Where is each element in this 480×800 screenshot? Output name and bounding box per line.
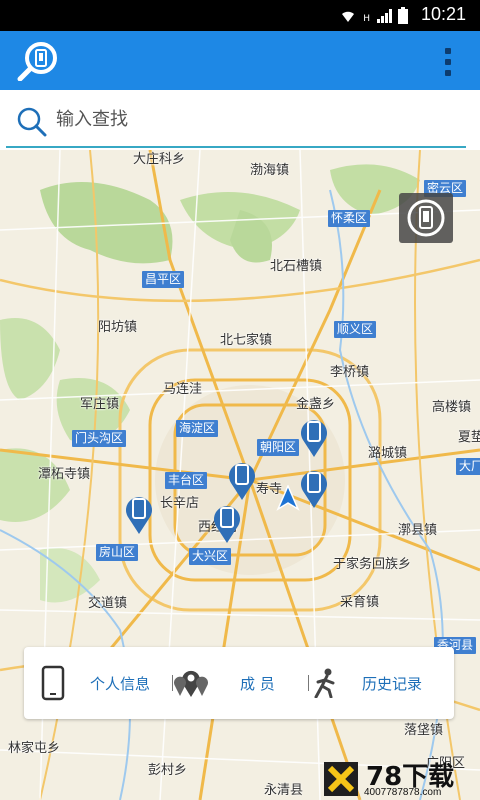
phone-pin-icon[interactable] xyxy=(212,502,242,544)
locate-phone-button[interactable] xyxy=(399,193,453,243)
place-label: 金盏乡 xyxy=(296,397,336,412)
search-icon[interactable] xyxy=(16,106,48,138)
clock: 10:21 xyxy=(420,4,466,24)
battery-icon xyxy=(398,7,408,24)
place-label: 军庄镇 xyxy=(80,397,120,412)
divider xyxy=(172,675,173,691)
district-label: 房山区 xyxy=(96,544,139,561)
status-bar: H 10:21 xyxy=(0,0,480,31)
place-label: 采育镇 xyxy=(340,595,380,610)
place-label: 彭村乡 xyxy=(148,763,188,778)
place-label: 永清县 xyxy=(264,783,304,798)
district-label: 顺义区 xyxy=(334,321,377,338)
place-label: 潞城镇 xyxy=(368,446,408,461)
place-label: 北七家镇 xyxy=(220,333,273,348)
members-button[interactable]: 成 员 xyxy=(174,647,304,719)
bottom-action-panel: 个人信息 成 员 历史记录 xyxy=(24,647,454,719)
phone-icon xyxy=(41,665,65,701)
place-label: 于家务回族乡 xyxy=(333,557,412,572)
district-label: 海淀区 xyxy=(176,420,219,437)
phone-pin-icon[interactable] xyxy=(299,416,329,458)
district-label: 大兴区 xyxy=(189,548,232,565)
members-label: 成 员 xyxy=(240,674,275,693)
place-label: 马连洼 xyxy=(163,382,203,397)
map-pins-icon xyxy=(174,670,208,697)
personal-info-button[interactable]: 个人信息 xyxy=(40,647,180,719)
overflow-menu-icon[interactable] xyxy=(444,48,452,76)
place-label: 交道镇 xyxy=(88,596,128,611)
place-label: 落垡镇 xyxy=(404,723,444,738)
district-label: 朝阳区 xyxy=(257,439,300,456)
place-label: 大庄科乡 xyxy=(133,152,186,167)
search-underline xyxy=(6,146,466,148)
app-bar xyxy=(0,31,480,90)
history-label: 历史记录 xyxy=(362,674,423,693)
place-label: 漷县镇 xyxy=(398,523,438,538)
search-bar xyxy=(0,90,480,150)
navigation-arrow-icon xyxy=(276,485,300,511)
district-label: 丰台区 xyxy=(165,472,208,489)
phone-pin-icon[interactable] xyxy=(299,467,329,509)
place-label: 夏垫 xyxy=(458,430,480,445)
place-label: 北石槽镇 xyxy=(270,259,323,274)
place-label: 阳坊镇 xyxy=(98,320,138,335)
history-button[interactable]: 历史记录 xyxy=(312,647,452,719)
watermark-url: 4007787878.com xyxy=(364,787,442,798)
district-label: 昌平区 xyxy=(142,271,185,288)
site-watermark: 78下载 4007787878.com xyxy=(322,758,480,800)
district-label: 门头沟区 xyxy=(72,430,127,447)
district-label: 怀柔区 xyxy=(328,210,371,227)
network-type-text: H xyxy=(363,14,370,24)
district-label: 大厂 xyxy=(456,458,480,475)
phone-pin-icon[interactable] xyxy=(124,493,154,535)
signal-icon xyxy=(377,9,392,23)
place-label: 长辛店 xyxy=(160,496,200,511)
phone-pin-icon[interactable] xyxy=(227,459,257,501)
walking-person-icon xyxy=(314,668,335,698)
personal-info-label: 个人信息 xyxy=(90,674,151,693)
divider xyxy=(308,675,309,691)
wifi-icon xyxy=(342,11,355,22)
place-label: 高楼镇 xyxy=(432,400,472,415)
place-label: 渤海镇 xyxy=(250,163,290,178)
phone-locate-icon xyxy=(407,199,445,237)
search-input[interactable] xyxy=(56,104,436,134)
watermark-logo-icon xyxy=(324,762,358,796)
system-icons: H xyxy=(339,7,408,24)
place-label: 林家屯乡 xyxy=(8,741,61,756)
place-label: 潭柘寺镇 xyxy=(38,467,91,482)
place-label: 李桥镇 xyxy=(330,365,370,380)
phone-search-icon[interactable] xyxy=(16,41,60,81)
